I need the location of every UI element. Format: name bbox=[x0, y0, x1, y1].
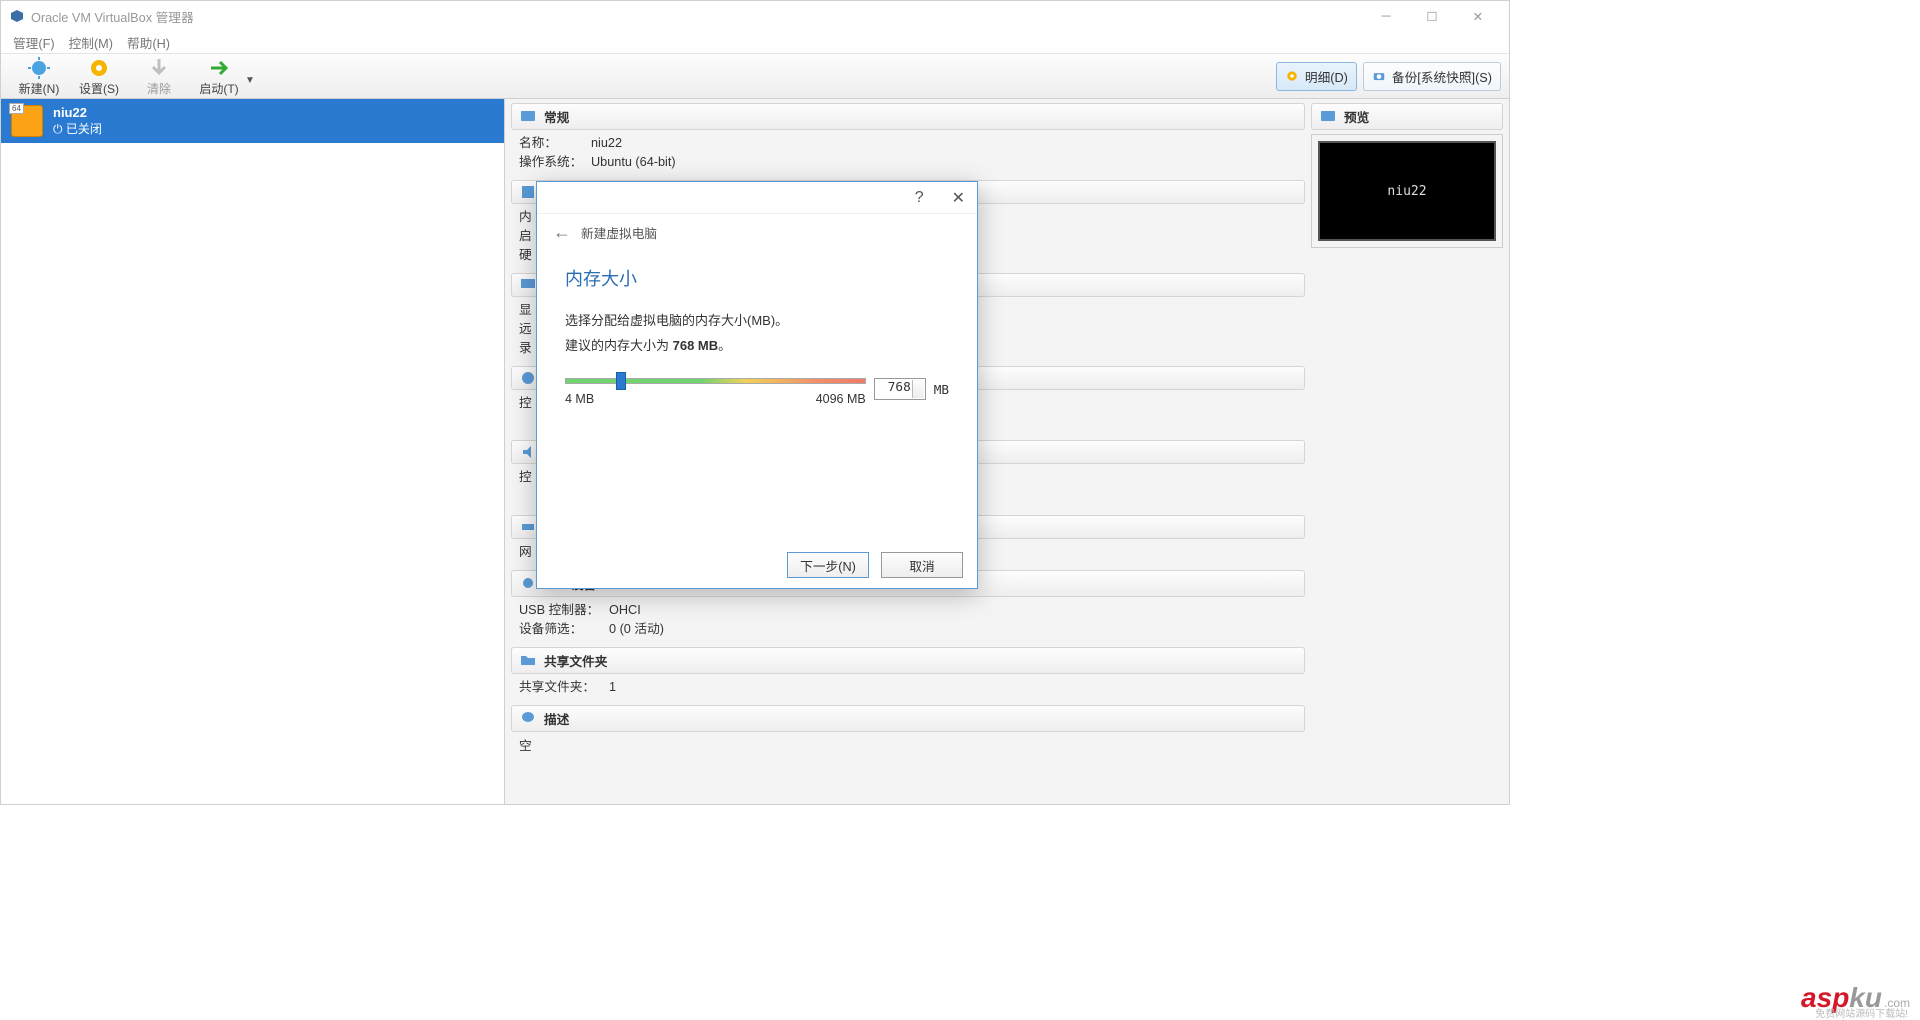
minimize-button[interactable]: ─ bbox=[1363, 1, 1409, 31]
next-button[interactable]: 下一步(N) bbox=[787, 552, 869, 578]
dialog-close-button[interactable]: ✕ bbox=[952, 188, 965, 208]
slider-thumb[interactable] bbox=[616, 372, 626, 390]
network-icon bbox=[520, 519, 536, 535]
disk-icon bbox=[520, 370, 536, 386]
section-preview: 预览 bbox=[1311, 103, 1503, 130]
settings-button[interactable]: 设置(S) bbox=[69, 56, 129, 97]
arrow-right-icon bbox=[207, 56, 231, 80]
discard-button[interactable]: 清除 bbox=[129, 56, 189, 97]
vm-name: niu22 bbox=[53, 105, 102, 120]
vm-list: niu22 ⏻ 已关闭 bbox=[1, 99, 505, 804]
menu-manage[interactable]: 管理(F) bbox=[9, 31, 59, 54]
section-general[interactable]: 常规 bbox=[511, 103, 1305, 130]
preview-box: niu22 bbox=[1311, 134, 1503, 248]
memory-spinbox[interactable]: 768 bbox=[874, 378, 926, 400]
vm-list-item[interactable]: niu22 ⏻ 已关闭 bbox=[1, 99, 504, 143]
vm-os-icon bbox=[11, 105, 43, 137]
titlebar: Oracle VM VirtualBox 管理器 ─ ☐ ✕ bbox=[1, 1, 1509, 31]
slider-max: 4096 MB bbox=[816, 392, 866, 406]
create-vm-dialog: ? ✕ ← 新建虚拟电脑 内存大小 选择分配给虚拟电脑的内存大小(MB)。 建议… bbox=[536, 181, 978, 589]
bubble-icon bbox=[520, 710, 536, 726]
dialog-title: 内存大小 bbox=[565, 265, 949, 291]
audio-icon bbox=[520, 444, 536, 460]
app-icon bbox=[9, 8, 25, 24]
back-button[interactable]: ← bbox=[553, 222, 571, 243]
section-shared-folders[interactable]: 共享文件夹 bbox=[511, 647, 1305, 674]
menu-help[interactable]: 帮助(H) bbox=[123, 31, 174, 54]
folder-icon bbox=[520, 652, 536, 668]
menubar: 管理(F) 控制(M) 帮助(H) bbox=[1, 31, 1509, 53]
new-button[interactable]: 新建(N) bbox=[9, 56, 69, 97]
details-tab[interactable]: 明细(D) bbox=[1276, 62, 1357, 91]
cancel-button[interactable]: 取消 bbox=[881, 552, 963, 578]
gear-icon bbox=[1285, 69, 1299, 83]
sun-icon bbox=[27, 56, 51, 80]
start-button[interactable]: 启动(T) bbox=[189, 56, 249, 97]
section-description[interactable]: 描述 bbox=[511, 705, 1305, 732]
monitor-icon bbox=[1320, 109, 1336, 125]
dialog-titlebar: ? ✕ bbox=[537, 182, 977, 214]
arrow-down-icon bbox=[147, 56, 171, 80]
window-title: Oracle VM VirtualBox 管理器 bbox=[31, 7, 194, 26]
menu-control[interactable]: 控制(M) bbox=[65, 31, 117, 54]
memory-slider[interactable] bbox=[565, 372, 866, 390]
toolbar: 新建(N) 设置(S) 清除 启动(T) ▼ 明细(D) 备份[系统快照](S) bbox=[1, 53, 1509, 99]
chip-icon bbox=[520, 184, 536, 200]
vm-state: ⏻ 已关闭 bbox=[53, 120, 102, 137]
chevron-down-icon[interactable]: ▼ bbox=[245, 67, 255, 86]
preview-screen: niu22 bbox=[1318, 141, 1496, 241]
monitor-icon bbox=[520, 109, 536, 125]
memory-unit: MB bbox=[934, 382, 949, 397]
slider-min: 4 MB bbox=[565, 392, 594, 406]
snapshots-tab[interactable]: 备份[系统快照](S) bbox=[1363, 62, 1501, 91]
camera-icon bbox=[1372, 69, 1386, 83]
dialog-breadcrumb: 新建虚拟电脑 bbox=[581, 223, 657, 242]
display-icon bbox=[520, 277, 536, 293]
help-button[interactable]: ? bbox=[915, 189, 924, 207]
usb-icon bbox=[520, 575, 536, 591]
maximize-button[interactable]: ☐ bbox=[1409, 1, 1455, 31]
watermark-sub: 免费网站源码下载站! bbox=[1815, 1005, 1908, 1020]
close-button[interactable]: ✕ bbox=[1455, 1, 1501, 31]
gear-icon bbox=[87, 56, 111, 80]
